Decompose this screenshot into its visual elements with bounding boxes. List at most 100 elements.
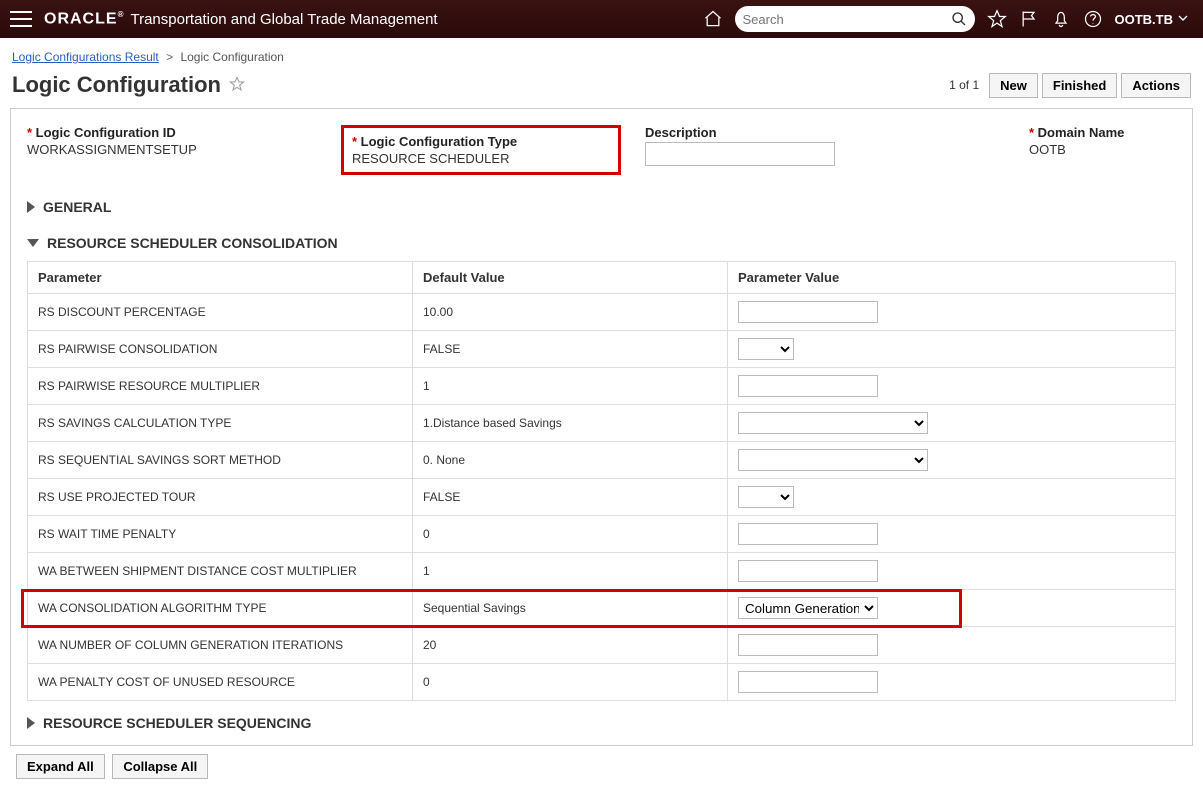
table-row: RS DISCOUNT PERCENTAGE10.00 — [28, 294, 1176, 331]
section-general: GENERAL — [27, 193, 1176, 221]
param-select[interactable]: Column Generation — [738, 597, 878, 619]
th-parameter: Parameter — [28, 262, 413, 294]
params-table-wrap: Parameter Default Value Parameter Value … — [27, 261, 1176, 701]
field-logic-config-id: Logic Configuration ID WORKASSIGNMENTSET… — [27, 125, 317, 157]
label-logic-config-type: Logic Configuration Type — [352, 134, 610, 149]
section-consolidation-header[interactable]: RESOURCE SCHEDULER CONSOLIDATION — [27, 229, 1176, 257]
triangle-right-icon — [27, 201, 35, 213]
cell-parameter: WA PENALTY COST OF UNUSED RESOURCE — [28, 664, 413, 701]
actions-button[interactable]: Actions — [1121, 73, 1191, 98]
breadcrumb-sep: > — [166, 50, 173, 64]
user-label[interactable]: OOTB.TB — [1115, 12, 1174, 27]
user-menu-chevron-icon[interactable] — [1175, 10, 1193, 28]
cell-parameter-value — [728, 479, 1176, 516]
cell-default-value: 20 — [413, 627, 728, 664]
main-panel: Logic Configuration ID WORKASSIGNMENTSET… — [10, 108, 1193, 746]
favorite-star-icon[interactable] — [229, 76, 245, 95]
cell-parameter: RS USE PROJECTED TOUR — [28, 479, 413, 516]
cell-parameter-value — [728, 664, 1176, 701]
triangle-right-icon — [27, 717, 35, 729]
cell-parameter-value — [728, 627, 1176, 664]
form-row: Logic Configuration ID WORKASSIGNMENTSET… — [27, 125, 1176, 175]
cell-default-value: 1 — [413, 368, 728, 405]
table-row: WA PENALTY COST OF UNUSED RESOURCE0 — [28, 664, 1176, 701]
triangle-down-icon — [27, 239, 39, 247]
param-text-input[interactable] — [738, 671, 878, 693]
table-row: RS PAIRWISE RESOURCE MULTIPLIER1 — [28, 368, 1176, 405]
cell-parameter-value — [728, 405, 1176, 442]
flag-icon[interactable] — [1017, 7, 1041, 31]
home-icon[interactable] — [701, 7, 725, 31]
collapse-all-button[interactable]: Collapse All — [112, 754, 208, 779]
param-select[interactable] — [738, 486, 794, 508]
table-row: RS PAIRWISE CONSOLIDATIONFALSE — [28, 331, 1176, 368]
param-text-input[interactable] — [738, 523, 878, 545]
bell-icon[interactable] — [1049, 7, 1073, 31]
cell-parameter-value — [728, 331, 1176, 368]
th-parameter-value: Parameter Value — [728, 262, 1176, 294]
input-description[interactable] — [645, 142, 835, 166]
cell-default-value: FALSE — [413, 331, 728, 368]
param-text-input[interactable] — [738, 301, 878, 323]
label-description: Description — [645, 125, 1005, 140]
search-icon[interactable] — [951, 11, 967, 27]
field-domain-name: Domain Name OOTB — [1029, 125, 1199, 157]
section-general-header[interactable]: GENERAL — [27, 193, 1176, 221]
section-consolidation: RESOURCE SCHEDULER CONSOLIDATION Paramet… — [27, 229, 1176, 701]
page-header: Logic Configuration 1 of 1 New Finished … — [0, 68, 1203, 108]
cell-default-value: Sequential Savings — [413, 590, 728, 627]
cell-default-value: 0 — [413, 664, 728, 701]
cell-parameter: RS WAIT TIME PENALTY — [28, 516, 413, 553]
value-domain-name: OOTB — [1029, 142, 1199, 157]
cell-parameter: WA NUMBER OF COLUMN GENERATION ITERATION… — [28, 627, 413, 664]
value-logic-config-id: WORKASSIGNMENTSETUP — [27, 142, 317, 157]
topbar: ORACLE® Transportation and Global Trade … — [0, 0, 1203, 38]
section-sequencing-title: RESOURCE SCHEDULER SEQUENCING — [43, 715, 311, 731]
section-sequencing: RESOURCE SCHEDULER SEQUENCING — [27, 709, 1176, 737]
new-button[interactable]: New — [989, 73, 1038, 98]
brand-logo: ORACLE® — [44, 10, 124, 28]
params-table: Parameter Default Value Parameter Value … — [27, 261, 1176, 701]
table-row: RS SAVINGS CALCULATION TYPE1.Distance ba… — [28, 405, 1176, 442]
field-description: Description — [645, 125, 1005, 166]
param-select[interactable] — [738, 449, 928, 471]
cell-default-value: 1 — [413, 553, 728, 590]
menu-icon[interactable] — [10, 8, 32, 30]
cell-parameter: RS PAIRWISE RESOURCE MULTIPLIER — [28, 368, 413, 405]
finished-button[interactable]: Finished — [1042, 73, 1117, 98]
table-row: WA CONSOLIDATION ALGORITHM TYPESequentia… — [28, 590, 1176, 627]
search-input[interactable] — [743, 12, 951, 27]
table-row: RS USE PROJECTED TOURFALSE — [28, 479, 1176, 516]
cell-default-value: FALSE — [413, 479, 728, 516]
cell-default-value: 10.00 — [413, 294, 728, 331]
param-text-input[interactable] — [738, 375, 878, 397]
help-icon[interactable] — [1081, 7, 1105, 31]
breadcrumb-parent-link[interactable]: Logic Configurations Result — [12, 50, 159, 64]
star-icon[interactable] — [985, 7, 1009, 31]
product-name: Transportation and Global Trade Manageme… — [130, 11, 437, 28]
param-select[interactable] — [738, 412, 928, 434]
cell-parameter: RS SAVINGS CALCULATION TYPE — [28, 405, 413, 442]
th-default-value: Default Value — [413, 262, 728, 294]
expand-all-button[interactable]: Expand All — [16, 754, 105, 779]
table-row: RS SEQUENTIAL SAVINGS SORT METHOD0. None — [28, 442, 1176, 479]
table-row: WA NUMBER OF COLUMN GENERATION ITERATION… — [28, 627, 1176, 664]
cell-parameter-value — [728, 368, 1176, 405]
value-logic-config-type: RESOURCE SCHEDULER — [352, 151, 610, 166]
cell-parameter: RS PAIRWISE CONSOLIDATION — [28, 331, 413, 368]
cell-parameter: WA CONSOLIDATION ALGORITHM TYPE — [28, 590, 413, 627]
cell-parameter: RS DISCOUNT PERCENTAGE — [28, 294, 413, 331]
cell-parameter-value — [728, 294, 1176, 331]
section-consolidation-title: RESOURCE SCHEDULER CONSOLIDATION — [47, 235, 338, 251]
cell-default-value: 0. None — [413, 442, 728, 479]
table-row: WA BETWEEN SHIPMENT DISTANCE COST MULTIP… — [28, 553, 1176, 590]
param-text-input[interactable] — [738, 560, 878, 582]
cell-parameter-value — [728, 553, 1176, 590]
breadcrumb-current: Logic Configuration — [180, 50, 283, 64]
param-text-input[interactable] — [738, 634, 878, 656]
label-domain-name: Domain Name — [1029, 125, 1199, 140]
param-select[interactable] — [738, 338, 794, 360]
field-logic-config-type: Logic Configuration Type RESOURCE SCHEDU… — [341, 125, 621, 175]
cell-parameter-value: Column Generation — [728, 590, 1176, 627]
section-sequencing-header[interactable]: RESOURCE SCHEDULER SEQUENCING — [27, 709, 1176, 737]
